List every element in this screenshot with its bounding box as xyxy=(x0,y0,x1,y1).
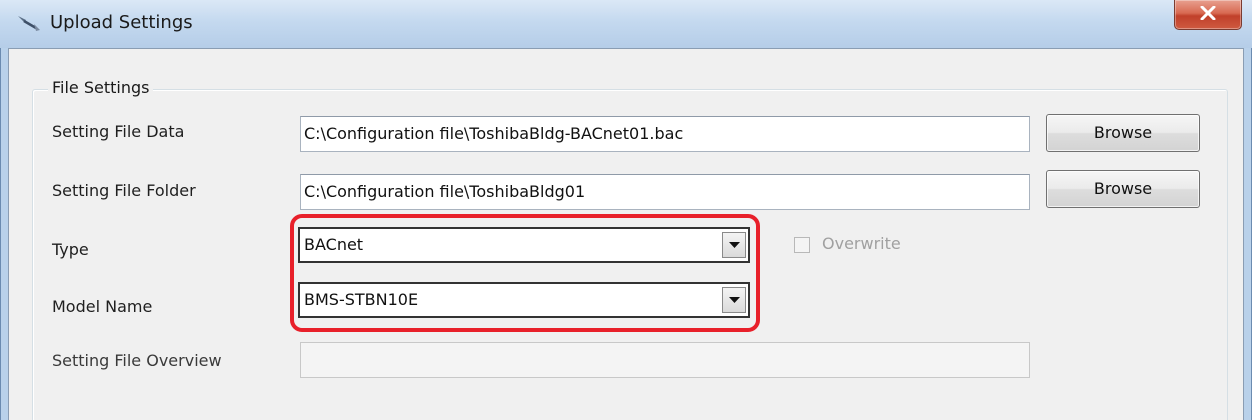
highlight-box xyxy=(290,214,760,332)
model-name-label: Model Name xyxy=(52,297,153,316)
setting-file-data-input[interactable]: C:\Configuration file\ToshibaBldg-BACnet… xyxy=(300,116,1030,152)
type-label: Type xyxy=(52,240,89,259)
close-button[interactable] xyxy=(1174,0,1242,30)
setting-file-data-label: Setting File Data xyxy=(52,122,185,141)
overwrite-label: Overwrite xyxy=(822,234,901,253)
close-icon xyxy=(1200,6,1216,20)
setting-file-data-browse-button[interactable]: Browse xyxy=(1046,114,1200,152)
setting-file-folder-browse-button[interactable]: Browse xyxy=(1046,170,1200,208)
setting-file-folder-input[interactable]: C:\Configuration file\ToshibaBldg01 xyxy=(300,174,1030,210)
window-title: Upload Settings xyxy=(50,12,193,33)
setting-file-folder-label: Setting File Folder xyxy=(52,181,196,200)
setting-file-overview-input xyxy=(300,342,1030,378)
title-bar[interactable]: Upload Settings xyxy=(0,0,1252,48)
setting-file-overview-label: Setting File Overview xyxy=(52,351,222,370)
file-settings-group-title: File Settings xyxy=(48,78,154,97)
wrench-icon xyxy=(16,14,42,32)
overwrite-checkbox[interactable] xyxy=(794,237,810,253)
